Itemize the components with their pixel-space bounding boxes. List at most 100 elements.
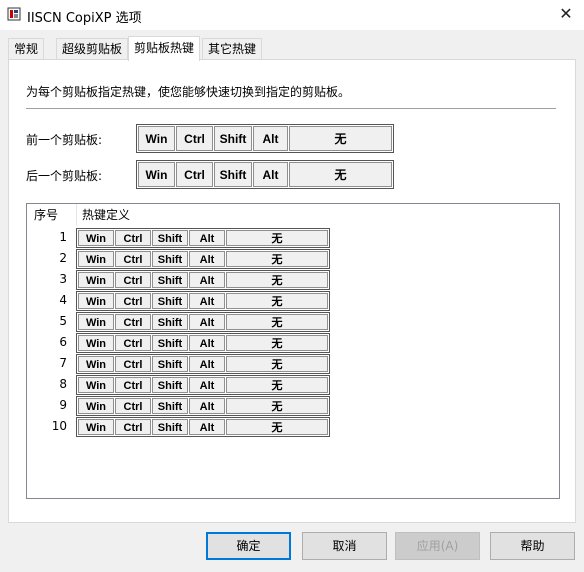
alt-key-toggle[interactable]: Alt [189,293,225,309]
row-hotkey[interactable]: Win Ctrl Shift Alt 无 [76,249,330,269]
row-hotkey[interactable]: Win Ctrl Shift Alt 无 [76,417,330,437]
alt-key-toggle[interactable]: Alt [189,335,225,351]
win-key-toggle[interactable]: Win [78,314,114,330]
hotkey-key-field[interactable]: 无 [289,162,392,187]
ctrl-key-toggle[interactable]: Ctrl [115,251,151,267]
shift-key-toggle[interactable]: Shift [152,272,188,288]
hotkey-key-field[interactable]: 无 [226,356,328,372]
row-hotkey[interactable]: Win Ctrl Shift Alt 无 [76,291,330,311]
row-index: 2 [59,251,67,265]
list-item[interactable]: 2 Win Ctrl Shift Alt 无 [27,249,337,270]
alt-key-toggle[interactable]: Alt [189,356,225,372]
alt-key-toggle[interactable]: Alt [253,126,288,151]
ctrl-key-toggle[interactable]: Ctrl [115,419,151,435]
row-hotkey[interactable]: Win Ctrl Shift Alt 无 [76,270,330,290]
ctrl-key-toggle[interactable]: Ctrl [176,162,213,187]
hotkey-key-field[interactable]: 无 [226,377,328,393]
ctrl-key-toggle[interactable]: Ctrl [115,377,151,393]
hotkey-key-field[interactable]: 无 [226,272,328,288]
row-index: 9 [59,398,67,412]
list-item[interactable]: 10 Win Ctrl Shift Alt 无 [27,417,337,438]
win-key-toggle[interactable]: Win [138,126,175,151]
win-key-toggle[interactable]: Win [78,398,114,414]
ctrl-key-toggle[interactable]: Ctrl [115,398,151,414]
tab-clipboard-hotkeys[interactable]: 剪贴板热键 [128,36,201,61]
shift-key-toggle[interactable]: Shift [152,419,188,435]
next-clipboard-hotkey[interactable]: Win Ctrl Shift Alt 无 [136,160,394,189]
win-key-toggle[interactable]: Win [78,272,114,288]
shift-key-toggle[interactable]: Shift [214,162,252,187]
hotkey-key-field[interactable]: 无 [226,419,328,435]
hotkey-list[interactable]: 序号 热键定义 1 Win Ctrl Shift Alt 无 2 Win Ctrl Shift Al… [26,203,560,499]
tab-other-hotkeys[interactable]: 其它热键 [202,38,263,60]
list-item[interactable]: 1 Win Ctrl Shift Alt 无 [27,228,337,249]
list-item[interactable]: 3 Win Ctrl Shift Alt 无 [27,270,337,291]
alt-key-toggle[interactable]: Alt [189,377,225,393]
win-key-toggle[interactable]: Win [78,293,114,309]
ok-button[interactable]: 确定 [206,532,291,560]
alt-key-toggle[interactable]: Alt [189,251,225,267]
hotkey-key-field[interactable]: 无 [226,230,328,246]
shift-key-toggle[interactable]: Shift [214,126,252,151]
win-key-toggle[interactable]: Win [78,251,114,267]
shift-key-toggle[interactable]: Shift [152,356,188,372]
shift-key-toggle[interactable]: Shift [152,377,188,393]
shift-key-toggle[interactable]: Shift [152,230,188,246]
help-button[interactable]: 帮助 [490,532,575,560]
list-item[interactable]: 7 Win Ctrl Shift Alt 无 [27,354,337,375]
row-index: 7 [59,356,67,370]
prev-clipboard-hotkey[interactable]: Win Ctrl Shift Alt 无 [136,124,394,153]
column-header-hotkey[interactable]: 热键定义 [82,204,130,226]
ctrl-key-toggle[interactable]: Ctrl [115,272,151,288]
ctrl-key-toggle[interactable]: Ctrl [115,335,151,351]
tab-super-clipboard[interactable]: 超级剪贴板 [56,38,129,60]
alt-key-toggle[interactable]: Alt [189,398,225,414]
tab-label: 超级剪贴板 [62,42,123,56]
next-clipboard-label: 后一个剪贴板: [26,169,103,183]
close-icon[interactable]: ✕ [554,3,578,25]
shift-key-toggle[interactable]: Shift [152,335,188,351]
alt-key-toggle[interactable]: Alt [253,162,288,187]
win-key-toggle[interactable]: Win [78,356,114,372]
list-item[interactable]: 4 Win Ctrl Shift Alt 无 [27,291,337,312]
window-title: IISCN CopiXP 选项 [27,11,142,26]
alt-key-toggle[interactable]: Alt [189,419,225,435]
hotkey-key-field[interactable]: 无 [226,293,328,309]
shift-key-toggle[interactable]: Shift [152,398,188,414]
win-key-toggle[interactable]: Win [78,230,114,246]
ctrl-key-toggle[interactable]: Ctrl [115,314,151,330]
row-hotkey[interactable]: Win Ctrl Shift Alt 无 [76,312,330,332]
hotkey-key-field[interactable]: 无 [226,335,328,351]
alt-key-toggle[interactable]: Alt [189,230,225,246]
hotkey-key-field[interactable]: 无 [226,398,328,414]
tab-general[interactable]: 常规 [8,38,45,60]
hotkey-key-field[interactable]: 无 [226,251,328,267]
list-item[interactable]: 6 Win Ctrl Shift Alt 无 [27,333,337,354]
column-header-index[interactable]: 序号 [34,204,58,226]
shift-key-toggle[interactable]: Shift [152,251,188,267]
alt-key-toggle[interactable]: Alt [189,272,225,288]
ctrl-key-toggle[interactable]: Ctrl [115,230,151,246]
shift-key-toggle[interactable]: Shift [152,293,188,309]
win-key-toggle[interactable]: Win [78,419,114,435]
shift-key-toggle[interactable]: Shift [152,314,188,330]
win-key-toggle[interactable]: Win [78,335,114,351]
cancel-button[interactable]: 取消 [302,532,387,560]
row-hotkey[interactable]: Win Ctrl Shift Alt 无 [76,375,330,395]
ctrl-key-toggle[interactable]: Ctrl [115,356,151,372]
list-item[interactable]: 5 Win Ctrl Shift Alt 无 [27,312,337,333]
ctrl-key-toggle[interactable]: Ctrl [115,293,151,309]
list-item[interactable]: 8 Win Ctrl Shift Alt 无 [27,375,337,396]
list-item[interactable]: 9 Win Ctrl Shift Alt 无 [27,396,337,417]
row-hotkey[interactable]: Win Ctrl Shift Alt 无 [76,354,330,374]
hotkey-key-field[interactable]: 无 [289,126,392,151]
ctrl-key-toggle[interactable]: Ctrl [176,126,213,151]
row-hotkey[interactable]: Win Ctrl Shift Alt 无 [76,396,330,416]
row-index: 5 [59,314,67,328]
win-key-toggle[interactable]: Win [78,377,114,393]
alt-key-toggle[interactable]: Alt [189,314,225,330]
win-key-toggle[interactable]: Win [138,162,175,187]
row-hotkey[interactable]: Win Ctrl Shift Alt 无 [76,333,330,353]
row-hotkey[interactable]: Win Ctrl Shift Alt 无 [76,228,330,248]
hotkey-key-field[interactable]: 无 [226,314,328,330]
